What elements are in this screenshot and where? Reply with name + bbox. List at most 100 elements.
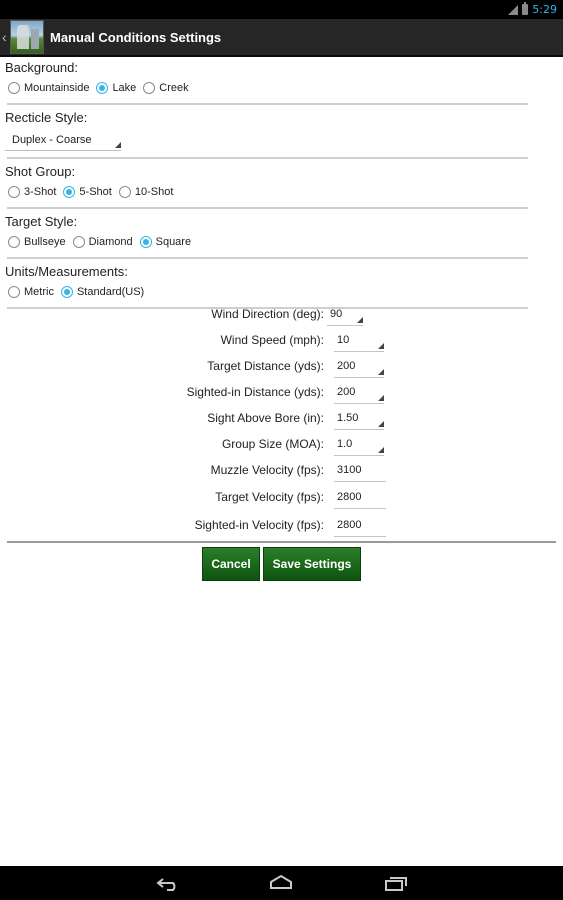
sighted-distance-spinner[interactable]: 200 xyxy=(334,382,384,404)
target-style-option-diamond[interactable]: Diamond xyxy=(70,236,133,248)
sight-above-bore-value: 1.50 xyxy=(337,412,359,424)
target-style-option-bullseye[interactable]: Bullseye xyxy=(5,236,66,248)
target-style-section: Target Style: Bullseye Diamond Square xyxy=(0,213,563,253)
radio-icon[interactable] xyxy=(8,186,20,198)
radio-label: Bullseye xyxy=(24,236,66,248)
back-icon[interactable]: ‹ xyxy=(2,30,10,44)
reticle-section: Recticle Style: Duplex - Coarse xyxy=(0,109,563,153)
cancel-button[interactable]: Cancel xyxy=(202,547,260,581)
target-distance-spinner[interactable]: 200 xyxy=(334,356,384,378)
radio-icon[interactable] xyxy=(8,236,20,248)
radio-checked-icon[interactable] xyxy=(139,236,152,248)
radio-icon[interactable] xyxy=(8,286,20,298)
divider xyxy=(7,257,528,259)
target-velocity-row: Target Velocity (fps): 2800 xyxy=(0,487,563,509)
units-radio-group: Metric Standard(US) xyxy=(5,281,563,303)
status-time: 5:29 xyxy=(532,3,557,16)
dropdown-arrow-icon xyxy=(378,421,384,427)
radio-icon[interactable] xyxy=(143,82,156,94)
muzzle-velocity-row: Muzzle Velocity (fps): 3100 xyxy=(0,460,563,482)
divider xyxy=(7,207,528,209)
shot-group-option-3[interactable]: 3-Shot xyxy=(5,186,56,198)
muzzle-velocity-label: Muzzle Velocity (fps): xyxy=(210,463,324,477)
dropdown-arrow-icon xyxy=(115,142,121,148)
settings-content: Background: Mountainside Lake Creek Rect… xyxy=(0,59,563,313)
home-icon[interactable] xyxy=(268,874,294,892)
group-size-spinner[interactable]: 1.0 xyxy=(334,434,384,456)
sighted-velocity-label: Sighted-in Velocity (fps): xyxy=(194,518,324,532)
shot-group-option-10[interactable]: 10-Shot xyxy=(116,186,174,198)
nav-back-icon[interactable] xyxy=(155,874,181,892)
dropdown-arrow-icon xyxy=(378,369,384,375)
radio-label: 5-Shot xyxy=(79,186,112,198)
radio-label: Diamond xyxy=(88,236,133,248)
radio-label: Square xyxy=(155,236,192,248)
sighted-velocity-row: Sighted-in Velocity (fps): 2800 xyxy=(0,515,563,537)
group-size-row: Group Size (MOA): 1.0 xyxy=(0,434,563,456)
sight-above-bore-spinner[interactable]: 1.50 xyxy=(334,408,384,430)
radio-checked-icon[interactable] xyxy=(96,82,109,94)
background-option-lake[interactable]: Lake xyxy=(93,82,136,94)
sighted-velocity-input[interactable]: 2800 xyxy=(334,515,386,537)
background-label: Background: xyxy=(5,60,78,75)
radio-label: 3-Shot xyxy=(24,186,57,198)
radio-icon[interactable] xyxy=(8,82,20,94)
app-icon[interactable] xyxy=(10,20,44,54)
group-size-label: Group Size (MOA): xyxy=(221,437,324,451)
shot-group-section: Shot Group: 3-Shot 5-Shot 10-Shot xyxy=(0,163,563,203)
wind-speed-label: Wind Speed (mph): xyxy=(220,333,324,347)
page-title: Manual Conditions Settings xyxy=(50,29,222,45)
wind-direction-value: 90 xyxy=(330,308,343,320)
sighted-distance-row: Sighted-in Distance (yds): 200 xyxy=(0,382,563,404)
target-velocity-input[interactable]: 2800 xyxy=(334,487,386,509)
dropdown-arrow-icon xyxy=(378,343,384,349)
shot-group-radio-group: 3-Shot 5-Shot 10-Shot xyxy=(5,181,563,203)
muzzle-velocity-input[interactable]: 3100 xyxy=(334,460,386,482)
target-velocity-label: Target Velocity (fps): xyxy=(215,490,324,504)
target-distance-value: 200 xyxy=(337,360,356,372)
shot-group-label: Shot Group: xyxy=(5,164,76,179)
radio-checked-icon[interactable] xyxy=(63,186,76,198)
radio-checked-icon[interactable] xyxy=(60,286,73,298)
wind-direction-spinner[interactable]: 90 xyxy=(327,304,363,326)
units-option-metric[interactable]: Metric xyxy=(5,286,54,298)
shot-group-option-5[interactable]: 5-Shot xyxy=(60,186,112,198)
reticle-style-value: Duplex - Coarse xyxy=(12,134,92,146)
background-option-creek[interactable]: Creek xyxy=(140,82,189,94)
radio-label: Standard(US) xyxy=(76,286,145,298)
sighted-distance-label: Sighted-in Distance (yds): xyxy=(186,385,324,399)
status-icons: 5:29 xyxy=(508,2,557,17)
sight-above-bore-row: Sight Above Bore (in): 1.50 xyxy=(0,408,563,430)
sight-above-bore-label: Sight Above Bore (in): xyxy=(207,411,324,425)
target-distance-row: Target Distance (yds): 200 xyxy=(0,356,563,378)
radio-label: Metric xyxy=(24,286,54,298)
action-bar: ‹ Manual Conditions Settings xyxy=(0,19,563,57)
radio-label: Mountainside xyxy=(24,82,90,94)
units-section: Units/Measurements: Metric Standard(US) xyxy=(0,263,563,303)
reticle-style-spinner[interactable]: Duplex - Coarse xyxy=(5,129,121,151)
units-label: Units/Measurements: xyxy=(5,264,128,279)
group-size-value: 1.0 xyxy=(337,438,353,450)
divider xyxy=(7,157,528,159)
background-section: Background: Mountainside Lake Creek xyxy=(0,59,563,99)
background-option-mountainside[interactable]: Mountainside xyxy=(5,82,89,94)
target-style-option-square[interactable]: Square xyxy=(137,236,191,248)
radio-label: Creek xyxy=(159,82,189,94)
units-option-standard[interactable]: Standard(US) xyxy=(58,286,144,298)
signal-icon xyxy=(508,4,519,15)
dropdown-arrow-icon xyxy=(378,447,384,453)
target-style-label: Target Style: xyxy=(5,214,78,229)
wind-speed-spinner[interactable]: 10 xyxy=(334,330,384,352)
radio-label: 10-Shot xyxy=(134,186,174,198)
wind-speed-row: Wind Speed (mph): 10 xyxy=(0,330,563,352)
radio-label: Lake xyxy=(112,82,137,94)
wind-direction-label: Wind Direction (deg): xyxy=(211,307,324,321)
divider xyxy=(7,541,556,543)
target-distance-label: Target Distance (yds): xyxy=(207,359,324,373)
reticle-label: Recticle Style: xyxy=(5,110,88,125)
recent-apps-icon[interactable] xyxy=(383,874,409,892)
save-settings-button[interactable]: Save Settings xyxy=(263,547,361,581)
radio-icon[interactable] xyxy=(72,236,85,248)
status-bar: 5:29 xyxy=(0,0,563,19)
radio-icon[interactable] xyxy=(118,186,131,198)
